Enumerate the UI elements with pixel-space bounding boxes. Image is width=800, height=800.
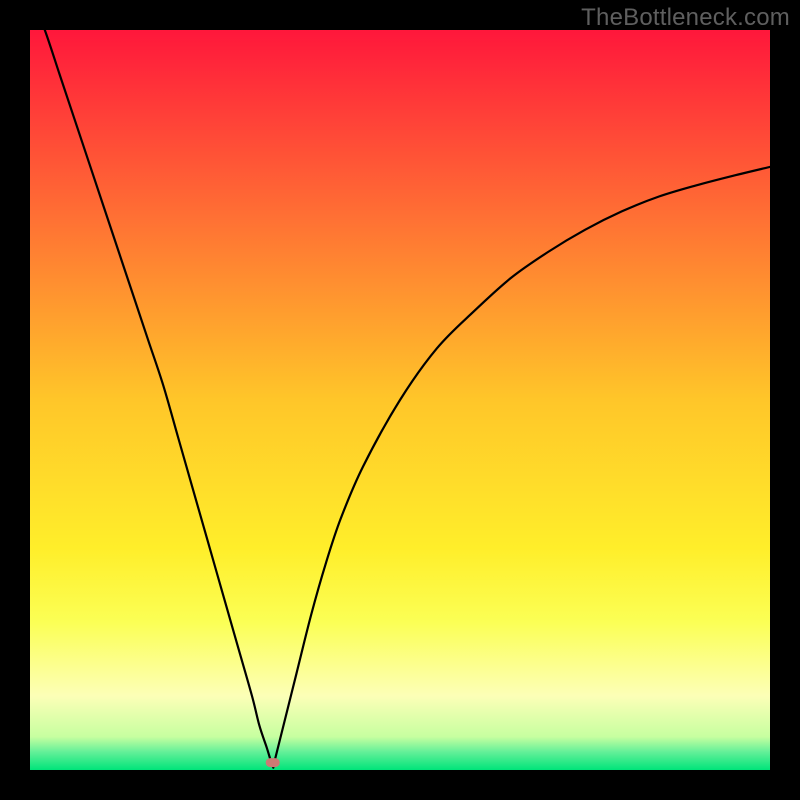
watermark-text: TheBottleneck.com: [581, 4, 790, 32]
plot-svg: [30, 30, 770, 770]
minimum-marker: [266, 758, 280, 767]
chart-frame: TheBottleneck.com: [0, 0, 800, 800]
plot-area: [30, 30, 770, 770]
